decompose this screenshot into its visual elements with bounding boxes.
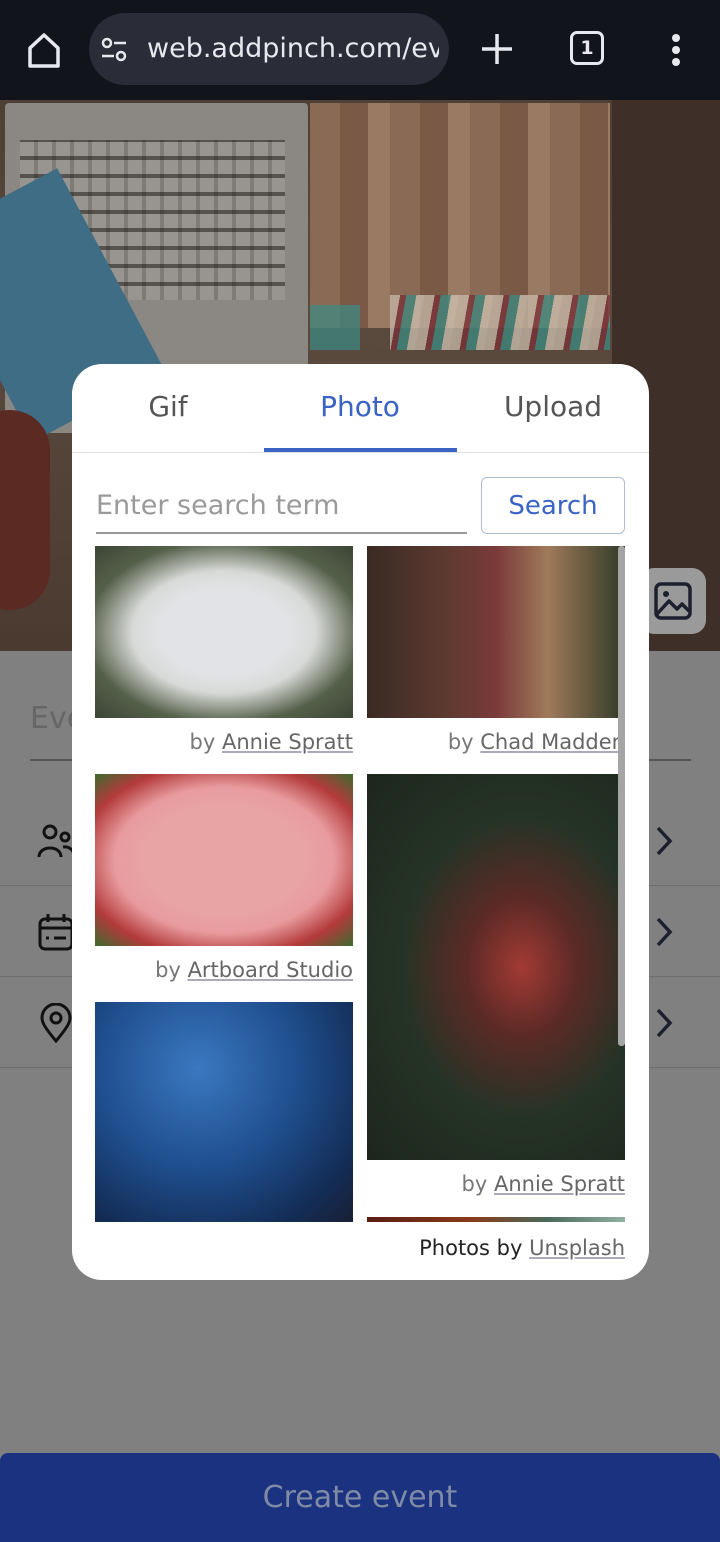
photo-card[interactable]: by Chad Madden [367, 546, 625, 761]
photo-thumbnail[interactable] [367, 774, 625, 1160]
photo-thumbnail[interactable] [367, 1217, 625, 1222]
tune-icon[interactable] [99, 35, 129, 65]
tab-switcher-button[interactable]: 1 [570, 31, 604, 65]
tab-upload[interactable]: Upload [457, 364, 649, 453]
author-link[interactable]: Artboard Studio [188, 958, 353, 982]
chevron-right-icon [656, 826, 673, 856]
photo-thumbnail[interactable] [95, 546, 353, 718]
photo-card[interactable] [367, 1217, 625, 1222]
search-button[interactable]: Search [481, 477, 625, 534]
plus-icon[interactable] [478, 30, 516, 68]
unsplash-link[interactable]: Unsplash [529, 1236, 625, 1260]
home-icon[interactable] [24, 30, 64, 70]
photo-credit: by Artboard Studio [155, 958, 353, 982]
photo-thumbnail[interactable] [95, 774, 353, 946]
author-link[interactable]: Annie Spratt [222, 730, 353, 754]
image-icon [654, 582, 692, 620]
photo-grid: by Annie Spratt by Artboard Studio by Ch… [95, 546, 625, 1222]
create-event-button[interactable]: Create event [0, 1453, 720, 1542]
chevron-right-icon [656, 917, 673, 947]
url-text[interactable]: web.addpinch.com/ev [147, 33, 439, 64]
author-link[interactable]: Annie Spratt [494, 1172, 625, 1196]
photo-grid-scrollbar[interactable] [618, 546, 625, 1046]
tab-gif[interactable]: Gif [72, 364, 264, 453]
active-tab-indicator [264, 448, 457, 452]
tab-photo[interactable]: Photo [264, 364, 456, 453]
photo-card[interactable]: by Annie Spratt [367, 774, 625, 1204]
photo-card[interactable] [95, 1002, 353, 1222]
photo-card[interactable]: by Annie Spratt [95, 546, 353, 761]
people-icon [37, 824, 76, 858]
chevron-right-icon [656, 1008, 673, 1038]
photo-credit: by Annie Spratt [189, 730, 354, 754]
more-vert-icon[interactable] [662, 30, 690, 70]
address-bar[interactable]: web.addpinch.com/ev [89, 13, 449, 85]
photo-thumbnail[interactable] [367, 546, 625, 718]
image-picker-modal: Gif Photo Upload Search by Annie Spratt … [72, 364, 649, 1280]
photo-card[interactable]: by Artboard Studio [95, 774, 353, 989]
search-input[interactable] [96, 479, 467, 534]
change-cover-image-button[interactable] [640, 568, 706, 634]
tab-bar: Gif Photo Upload [72, 364, 649, 453]
location-pin-icon [40, 1003, 72, 1043]
photo-credit: by Annie Spratt [461, 1172, 626, 1196]
browser-toolbar: web.addpinch.com/ev 1 [0, 0, 720, 100]
author-link[interactable]: Chad Madden [480, 730, 625, 754]
photo-credit: by Chad Madden [447, 730, 625, 754]
photo-thumbnail[interactable] [95, 1002, 353, 1222]
calendar-icon [38, 914, 74, 951]
unsplash-attribution: Photos by Unsplash [419, 1236, 625, 1260]
